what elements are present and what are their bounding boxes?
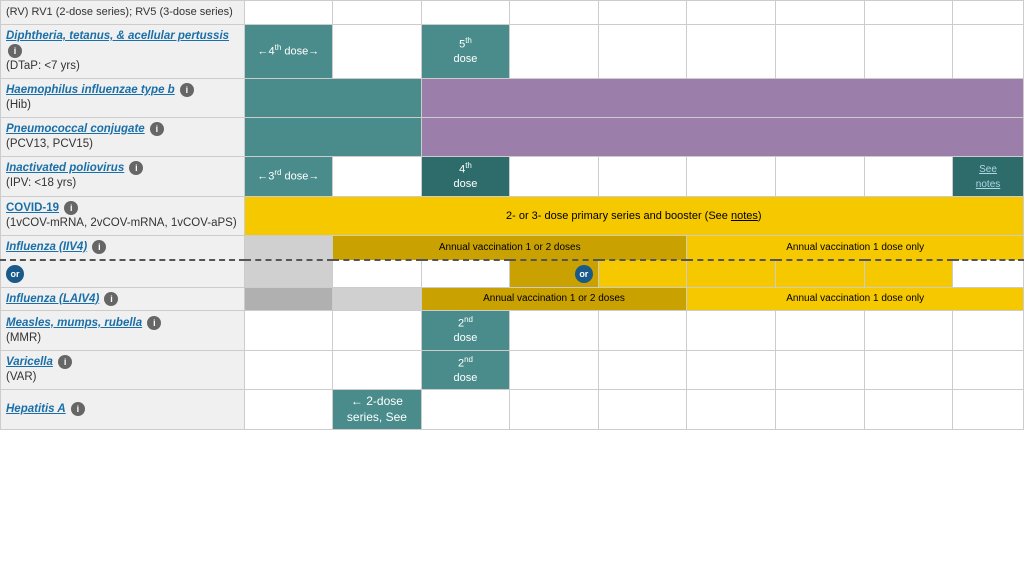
table-row: Pneumococcal conjugate i (PCV13, PCV15): [1, 117, 1024, 156]
laiv4-info-icon[interactable]: i: [104, 292, 118, 306]
hib-link[interactable]: Haemophilus influenzae type b: [6, 84, 175, 96]
iiv4-link[interactable]: Influenza (IIV4): [6, 241, 87, 253]
iiv4-annual-1-2: Annual vaccination 1 or 2 doses: [333, 235, 687, 259]
hepa-vaccine-name: Hepatitis A i: [1, 389, 245, 429]
or-label: or: [1, 260, 245, 288]
pcv-vaccine-name: Pneumococcal conjugate i (PCV13, PCV15): [1, 117, 245, 156]
ipv-dose-4: 4thdose: [421, 156, 510, 196]
table-row: Haemophilus influenzae type b i (Hib): [1, 78, 1024, 117]
iiv4-vaccine-name: Influenza (IIV4) i: [1, 235, 245, 259]
varicella-vaccine-name: Varicella i (VAR): [1, 350, 245, 389]
table-row: Influenza (LAIV4) i Annual vaccination 1…: [1, 287, 1024, 311]
table-row: COVID-19 i (1vCOV-mRNA, 2vCOV-mRNA, 1vCO…: [1, 196, 1024, 235]
table-row: Influenza (IIV4) i Annual vaccination 1 …: [1, 235, 1024, 259]
hib-info-icon[interactable]: i: [180, 83, 194, 97]
or-separator-row: or or: [1, 260, 1024, 288]
ipv-info-icon[interactable]: i: [129, 161, 143, 175]
iiv4-annual-1: Annual vaccination 1 dose only: [687, 235, 1024, 259]
covid-info-icon[interactable]: i: [64, 201, 78, 215]
or-badge-2: or: [575, 265, 593, 283]
vaccination-schedule-table: (RV) RV1 (2-dose series); RV5 (3-dose se…: [0, 0, 1024, 430]
rv-vaccine-name: (RV) RV1 (2-dose series); RV5 (3-dose se…: [1, 1, 245, 25]
table-row: Hepatitis A i ← 2-dose series, See: [1, 389, 1024, 429]
ipv-vaccine-name: Inactivated poliovirus i (IPV: <18 yrs): [1, 156, 245, 196]
hepa-link[interactable]: Hepatitis A: [6, 403, 66, 415]
varicella-link[interactable]: Varicella: [6, 356, 53, 368]
mmr-dose-2: 2nddose: [421, 311, 510, 350]
table-row: (RV) RV1 (2-dose series); RV5 (3-dose se…: [1, 1, 1024, 25]
table-row: Inactivated poliovirus i (IPV: <18 yrs) …: [1, 156, 1024, 196]
laiv4-link[interactable]: Influenza (LAIV4): [6, 293, 99, 305]
laiv4-annual-1: Annual vaccination 1 dose only: [687, 287, 1024, 311]
ipv-see-notes: Seenotes: [953, 156, 1024, 196]
dtap-info-icon[interactable]: i: [8, 44, 22, 58]
pcv-info-icon[interactable]: i: [150, 122, 164, 136]
mmr-info-icon[interactable]: i: [147, 316, 161, 330]
varicella-dose-2: 2nddose: [421, 350, 510, 389]
covid-notes-link[interactable]: notes: [731, 210, 758, 222]
hib-vaccine-name: Haemophilus influenzae type b i (Hib): [1, 78, 245, 117]
hepa-dose-series: ← 2-dose series, See: [333, 389, 422, 429]
table-row: Varicella i (VAR) 2nddose: [1, 350, 1024, 389]
laiv4-annual-1-2: Annual vaccination 1 or 2 doses: [421, 287, 687, 311]
or-badge: or: [6, 265, 24, 283]
dtap-dose-5: 5thdose: [421, 24, 510, 78]
table-row: Measles, mumps, rubella i (MMR) 2nddose: [1, 311, 1024, 350]
ipv-dose-3: ←3rd dose→: [244, 156, 333, 196]
dtap-dose-4: ←4th dose→: [244, 24, 333, 78]
hepa-info-icon[interactable]: i: [71, 402, 85, 416]
dtap-link[interactable]: Diphtheria, tetanus, & acellular pertuss…: [6, 30, 229, 42]
dtap-vaccine-name: Diphtheria, tetanus, & acellular pertuss…: [1, 24, 245, 78]
covid-dose-info: 2- or 3- dose primary series and booster…: [244, 196, 1023, 235]
table-row: Diphtheria, tetanus, & acellular pertuss…: [1, 24, 1024, 78]
pcv-link[interactable]: Pneumococcal conjugate: [6, 123, 145, 135]
laiv4-vaccine-name: Influenza (LAIV4) i: [1, 287, 245, 311]
covid-link[interactable]: COVID-19: [6, 202, 59, 214]
ipv-link[interactable]: Inactivated poliovirus: [6, 162, 124, 174]
covid-vaccine-name: COVID-19 i (1vCOV-mRNA, 2vCOV-mRNA, 1vCO…: [1, 196, 245, 235]
mmr-link[interactable]: Measles, mumps, rubella: [6, 317, 142, 329]
mmr-vaccine-name: Measles, mumps, rubella i (MMR): [1, 311, 245, 350]
varicella-info-icon[interactable]: i: [58, 355, 72, 369]
iiv4-info-icon[interactable]: i: [92, 240, 106, 254]
